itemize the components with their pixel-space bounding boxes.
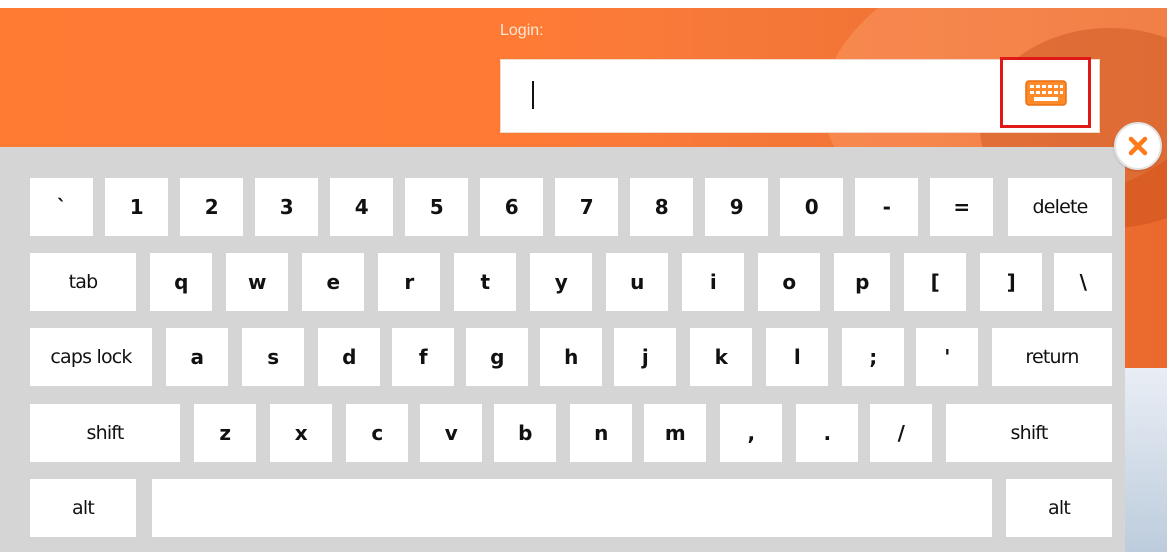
key-equals[interactable]: = [930,178,993,236]
key-q[interactable]: q [150,253,212,311]
key-m[interactable]: m [644,404,706,462]
key-y[interactable]: y [530,253,592,311]
key-return[interactable]: return [992,328,1112,386]
key-u[interactable]: u [606,253,668,311]
key-shift-left[interactable]: shift [30,404,180,462]
key-e[interactable]: e [302,253,364,311]
key-w[interactable]: w [226,253,288,311]
key-6[interactable]: 6 [480,178,543,236]
key-backslash[interactable]: \ [1054,253,1112,311]
key-0[interactable]: 0 [780,178,843,236]
key-period[interactable]: . [796,404,858,462]
key-x[interactable]: x [270,404,332,462]
key-d[interactable]: d [318,328,380,386]
key-slash[interactable]: / [870,404,932,462]
key-h[interactable]: h [540,328,602,386]
text-caret [532,81,534,109]
virtual-keyboard: ` 1 2 3 4 5 6 7 8 9 0 - = delete tab q w… [0,147,1125,552]
key-v[interactable]: v [420,404,482,462]
key-a[interactable]: a [166,328,228,386]
key-b[interactable]: b [494,404,556,462]
key-shift-right[interactable]: shift [946,404,1112,462]
key-5[interactable]: 5 [405,178,468,236]
key-quote[interactable]: ' [916,328,978,386]
key-r[interactable]: r [378,253,440,311]
key-f[interactable]: f [392,328,454,386]
key-n[interactable]: n [570,404,632,462]
key-caps-lock[interactable]: caps lock [30,328,152,386]
key-p[interactable]: p [834,253,890,311]
key-7[interactable]: 7 [555,178,618,236]
key-9[interactable]: 9 [705,178,768,236]
keyboard-toggle-button[interactable] [1000,57,1091,128]
key-8[interactable]: 8 [630,178,693,236]
login-label: Login: [500,22,544,39]
key-semicolon[interactable]: ; [842,328,904,386]
key-tab[interactable]: tab [30,253,136,311]
key-g[interactable]: g [466,328,528,386]
key-4[interactable]: 4 [330,178,393,236]
key-c[interactable]: c [346,404,408,462]
key-alt-right[interactable]: alt [1006,479,1112,537]
background-photo-edge [1125,368,1167,552]
key-alt-left[interactable]: alt [30,479,136,537]
key-i[interactable]: i [682,253,744,311]
key-comma[interactable]: , [720,404,782,462]
key-o[interactable]: o [758,253,820,311]
key-1[interactable]: 1 [105,178,168,236]
key-z[interactable]: z [194,404,256,462]
key-l[interactable]: l [766,328,828,386]
close-keyboard-button[interactable] [1114,122,1162,170]
key-left-bracket[interactable]: [ [904,253,966,311]
key-delete[interactable]: delete [1008,178,1112,236]
key-t[interactable]: t [454,253,516,311]
key-k[interactable]: k [690,328,752,386]
key-2[interactable]: 2 [180,178,243,236]
close-icon [1128,136,1148,156]
key-backtick[interactable]: ` [30,178,93,236]
key-3[interactable]: 3 [255,178,318,236]
key-space[interactable] [152,479,992,537]
key-right-bracket[interactable]: ] [980,253,1042,311]
key-minus[interactable]: - [855,178,918,236]
keyboard-icon [1024,79,1067,106]
key-s[interactable]: s [242,328,304,386]
key-j[interactable]: j [614,328,676,386]
